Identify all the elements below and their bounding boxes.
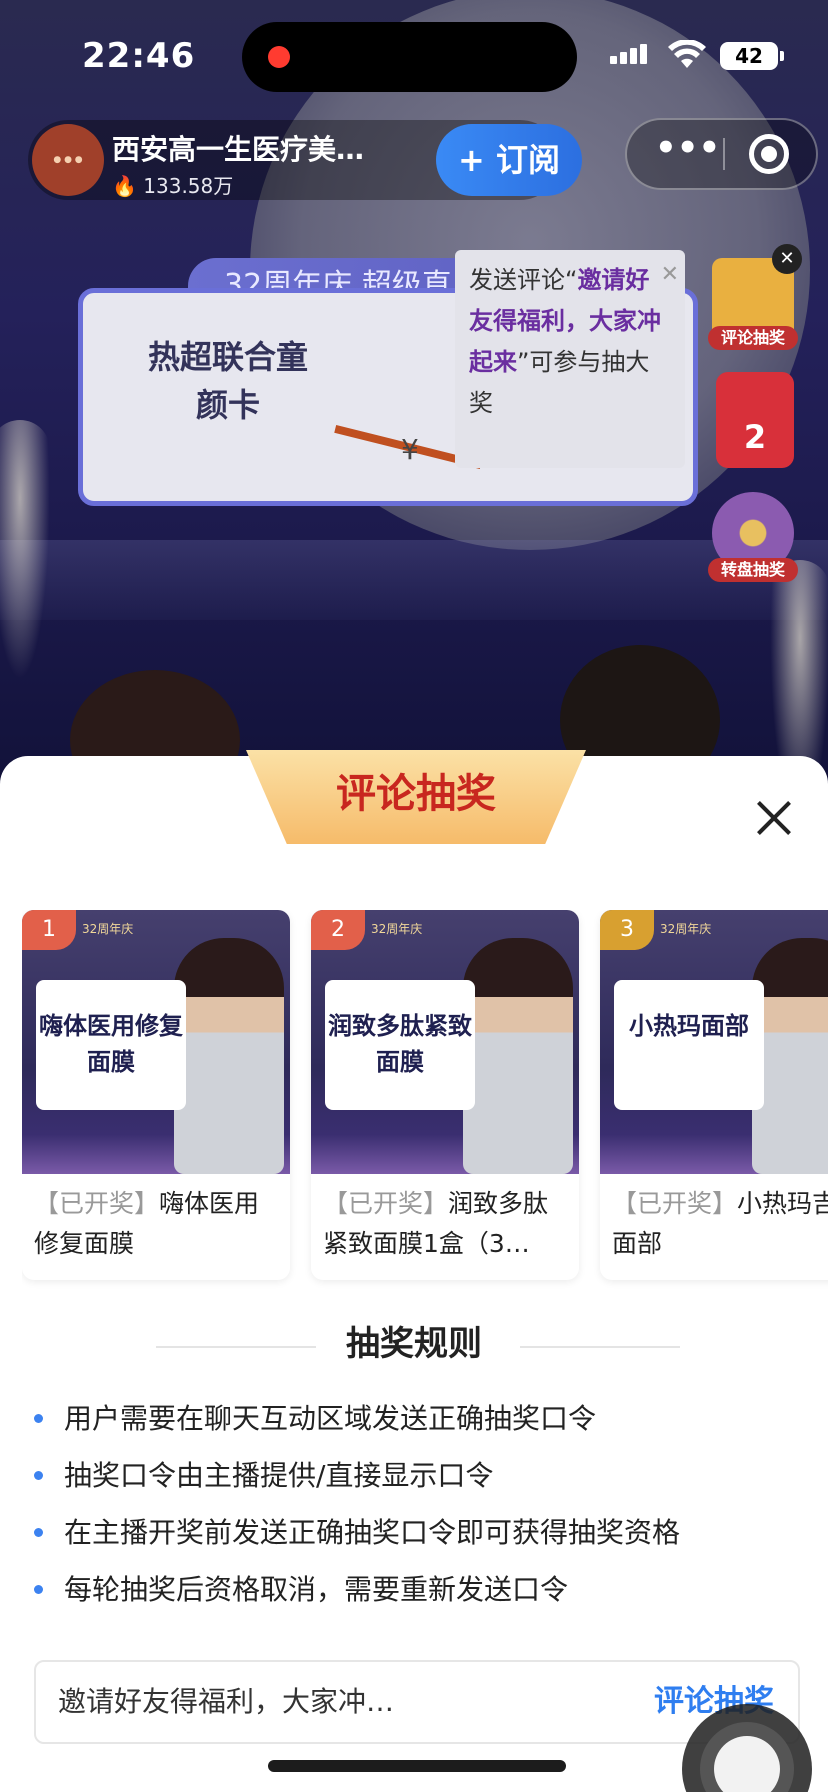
wifi-icon bbox=[668, 40, 706, 68]
fire-icon: 🔥 bbox=[112, 174, 137, 198]
prize-card[interactable]: 3 32周年庆 小热玛面部 【已开奖】小热玛吉面部 bbox=[600, 910, 828, 1280]
anniversary-tag: 32周年庆 bbox=[660, 922, 712, 936]
prize-image: 1 32周年庆 嗨体医用修复面膜 bbox=[22, 910, 290, 1174]
rank-badge: 2 bbox=[311, 910, 365, 950]
prize-image: 3 32周年庆 小热玛面部 bbox=[600, 910, 828, 1174]
prize-card[interactable]: 1 32周年庆 嗨体医用修复面膜 【已开奖】嗨体医用修复面膜 bbox=[22, 910, 290, 1280]
cellular-signal-icon bbox=[610, 44, 650, 64]
comment-tip: 发送评论“邀请好友得福利，大家冲起来”可参与抽大奖 ✕ bbox=[455, 250, 685, 468]
gift-box-widget[interactable]: 2 bbox=[716, 372, 794, 468]
wheel-lottery-label: 转盘抽奖 bbox=[708, 558, 798, 582]
status-bar: 22:46 42 bbox=[0, 0, 828, 110]
reed-decoration bbox=[0, 420, 50, 680]
prize-status: 【已开奖】 bbox=[34, 1189, 160, 1218]
comment-input-bar[interactable]: 邀请好友得福利，大家冲… 评论抽奖 bbox=[34, 1660, 800, 1744]
yen-symbol: ¥ bbox=[401, 433, 419, 466]
wheel-lottery-widget[interactable]: 转盘抽奖 bbox=[708, 492, 798, 582]
rule-item: 在主播开奖前发送正确抽奖口令即可获得抽奖资格 bbox=[34, 1504, 814, 1561]
close-icon[interactable]: ✕ bbox=[661, 254, 679, 295]
rules-title: 抽奖规则 bbox=[346, 1324, 482, 1364]
rule-item: 用户需要在聊天互动区域发送正确抽奖口令 bbox=[34, 1390, 814, 1447]
prize-image-label: 嗨体医用修复面膜 bbox=[36, 980, 186, 1110]
comment-lottery-label: 评论抽奖 bbox=[708, 326, 798, 350]
home-indicator[interactable] bbox=[268, 1760, 566, 1772]
prize-title: 【已开奖】润致多肽紧致面膜1盒（3… bbox=[323, 1184, 567, 1264]
close-icon[interactable] bbox=[752, 796, 796, 840]
status-time: 22:46 bbox=[82, 36, 196, 76]
prize-image-label: 润致多肽紧致面膜 bbox=[325, 980, 475, 1110]
sea-backdrop bbox=[0, 540, 828, 620]
prize-title: 【已开奖】小热玛吉面部 bbox=[612, 1184, 828, 1264]
dynamic-island bbox=[242, 22, 577, 92]
sheet-title: 评论抽奖 bbox=[246, 750, 586, 844]
recording-icon bbox=[268, 46, 290, 68]
prize-image-label: 小热玛面部 bbox=[614, 980, 764, 1110]
capsule-divider bbox=[723, 138, 725, 170]
subscribe-button[interactable]: + 订阅 bbox=[436, 124, 582, 196]
prize-status: 【已开奖】 bbox=[323, 1189, 449, 1218]
model-figure bbox=[463, 938, 573, 1174]
model-figure bbox=[174, 938, 284, 1174]
prize-list[interactable]: 1 32周年庆 嗨体医用修复面膜 【已开奖】嗨体医用修复面膜 2 32周年庆 润… bbox=[22, 910, 828, 1290]
comment-input[interactable]: 邀请好友得福利，大家冲… bbox=[58, 1662, 394, 1742]
anniversary-tag: 32周年庆 bbox=[82, 922, 134, 936]
battery-icon: 42 bbox=[720, 42, 784, 70]
rank-badge: 3 bbox=[600, 910, 654, 950]
prize-image: 2 32周年庆 润致多肽紧致面膜 bbox=[311, 910, 579, 1174]
tip-prefix: 发送评论“ bbox=[469, 266, 578, 294]
avatar[interactable]: ● ● ● bbox=[32, 124, 104, 196]
prize-status: 【已开奖】 bbox=[612, 1189, 738, 1218]
lottery-sheet: 评论抽奖 1 32周年庆 嗨体医用修复面膜 【已开奖】嗨体医用修复面膜 2 32… bbox=[0, 750, 828, 1792]
rules-list: 用户需要在聊天互动区域发送正确抽奖口令 抽奖口令由主播提供/直接显示口令 在主播… bbox=[34, 1390, 814, 1618]
miniapp-capsule: ••• bbox=[625, 118, 818, 190]
anchor-info[interactable]: ● ● ● 西安高一生医疗美… 🔥 133.58万 + 订阅 bbox=[28, 120, 582, 200]
rule-item: 每轮抽奖后资格取消，需要重新发送口令 bbox=[34, 1561, 814, 1618]
prize-card[interactable]: 2 32周年庆 润致多肽紧致面膜 【已开奖】润致多肽紧致面膜1盒（3… bbox=[311, 910, 579, 1280]
prize-title: 【已开奖】嗨体医用修复面膜 bbox=[34, 1184, 278, 1264]
close-icon[interactable]: ✕ bbox=[772, 244, 802, 274]
anniversary-tag: 32周年庆 bbox=[371, 922, 423, 936]
anchor-name: 西安高一生医疗美… bbox=[112, 133, 365, 166]
reed-decoration bbox=[770, 560, 828, 780]
promo-card-text: 热超联合童颜卡 bbox=[147, 338, 308, 424]
rule-item: 抽奖口令由主播提供/直接显示口令 bbox=[34, 1447, 814, 1504]
popularity-value: 133.58万 bbox=[143, 174, 234, 198]
popularity-count: 🔥 133.58万 bbox=[112, 170, 233, 199]
rank-badge: 1 bbox=[22, 910, 76, 950]
more-icon[interactable]: ••• bbox=[655, 120, 720, 188]
close-miniapp-icon[interactable] bbox=[749, 134, 789, 174]
